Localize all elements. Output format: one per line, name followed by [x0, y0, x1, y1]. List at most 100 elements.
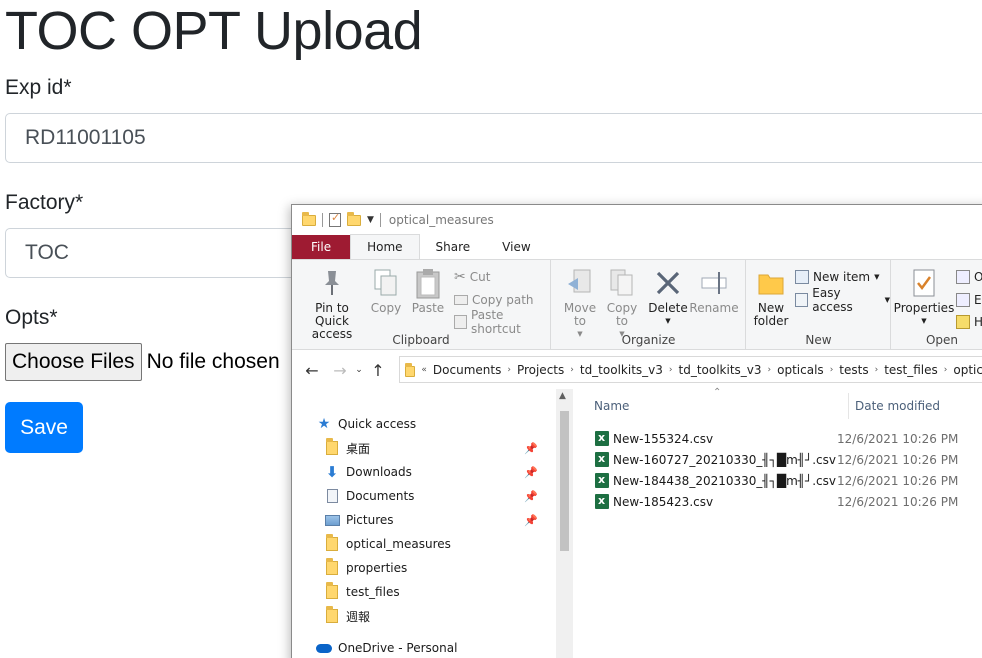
folder-icon	[324, 606, 340, 624]
customize-toolbar-icon[interactable]: ▼	[367, 215, 374, 225]
breadcrumb-item[interactable]: optic	[947, 363, 982, 377]
new-folder-button[interactable]: New folder	[753, 266, 789, 328]
copy-label: Copy	[370, 301, 402, 315]
nav-item-desktop[interactable]: 桌面 📌	[324, 437, 554, 459]
breadcrumb-item[interactable]: Projects	[511, 363, 570, 377]
tab-file[interactable]: File	[292, 235, 351, 259]
cut-label: Cut	[469, 270, 491, 284]
divider	[379, 213, 381, 227]
breadcrumb-item[interactable]: test_files	[878, 363, 944, 377]
breadcrumb[interactable]: « Documents › Projects › td_toolkits_v3 › t…	[399, 356, 982, 383]
nav-item-downloads[interactable]: ⬇ Downloads 📌	[324, 461, 554, 483]
ribbon: Pin to Quick access Copy Paste ✂ Cut Cop…	[292, 259, 982, 350]
history-icon	[956, 315, 970, 329]
tab-share[interactable]: Share	[420, 235, 487, 259]
folder-icon	[324, 582, 340, 600]
nav-item-onedrive[interactable]: OneDrive - Personal	[316, 637, 457, 658]
history-button[interactable]: H	[956, 313, 982, 331]
sort-ascending-icon: ⌃	[713, 387, 722, 398]
file-date: 12/6/2021 10:26 PM	[837, 494, 959, 509]
breadcrumb-item[interactable]: opticals	[771, 363, 830, 377]
paste-shortcut-button[interactable]: Paste shortcut	[454, 308, 550, 336]
nav-scrollbar[interactable]: ▲	[556, 389, 573, 658]
file-row[interactable]: New-160727_20210330_╢┐█m╢┘.csv 12/6/2021…	[595, 449, 982, 470]
up-arrow-icon[interactable]: ↑	[366, 361, 390, 380]
rename-icon	[699, 266, 729, 300]
nav-item-properties[interactable]: properties	[324, 557, 407, 579]
paste-shortcut-icon	[454, 315, 468, 329]
edit-label: E	[974, 293, 982, 307]
move-to-icon	[565, 266, 595, 300]
edit-button[interactable]: E	[956, 291, 982, 309]
open-group: Properties ▼ O E H Open	[892, 260, 982, 350]
excel-file-icon	[595, 494, 609, 509]
forward-arrow-icon[interactable]: →	[328, 361, 352, 380]
properties-icon[interactable]	[329, 211, 341, 227]
copy-to-label: Copy to	[606, 301, 638, 328]
choose-files-button[interactable]: Choose Files	[5, 343, 142, 381]
paste-shortcut-label: Paste shortcut	[471, 308, 521, 336]
scissors-icon: ✂	[454, 269, 466, 285]
file-date: 12/6/2021 10:26 PM	[837, 452, 959, 467]
delete-button[interactable]: Delete ▼	[648, 266, 688, 328]
move-to-button[interactable]: Move to ▼	[562, 266, 598, 341]
file-list-pane: ⌃ Name Date modified New-155324.csv 12/6…	[577, 387, 982, 658]
clipboard-group: Pin to Quick access Copy Paste ✂ Cut Cop…	[292, 260, 551, 350]
chevron-down-icon: ▼	[665, 317, 671, 325]
folder-icon	[405, 362, 416, 377]
breadcrumb-item[interactable]: Documents	[427, 363, 507, 377]
nav-item-pictures[interactable]: Pictures 📌	[324, 509, 554, 531]
breadcrumb-item[interactable]: tests	[833, 363, 874, 377]
column-divider[interactable]	[848, 393, 849, 419]
rename-button[interactable]: Rename	[689, 266, 739, 315]
open-label: O	[974, 270, 982, 284]
nav-item-optical-measures[interactable]: optical_measures	[324, 533, 451, 555]
nav-item-documents[interactable]: Documents 📌	[324, 485, 554, 507]
pinned-icon: 📌	[524, 489, 538, 503]
tab-view[interactable]: View	[486, 235, 546, 259]
properties-button[interactable]: Properties ▼	[894, 266, 954, 328]
paste-button[interactable]: Paste	[410, 266, 446, 315]
nav-item-label: Downloads	[346, 465, 412, 479]
file-row[interactable]: New-185423.csv 12/6/2021 10:26 PM	[595, 491, 982, 512]
copy-path-button[interactable]: Copy path	[454, 291, 534, 309]
breadcrumb-item[interactable]: td_toolkits_v3	[574, 363, 669, 377]
column-header-name[interactable]: Name	[594, 399, 629, 413]
nav-item-label: test_files	[346, 585, 400, 599]
new-group-label: New	[805, 333, 832, 347]
file-row[interactable]: New-155324.csv 12/6/2021 10:26 PM	[595, 428, 982, 449]
copy-button[interactable]: Copy	[370, 266, 402, 315]
back-arrow-icon[interactable]: ←	[300, 361, 324, 380]
exp-id-input[interactable]	[5, 113, 982, 163]
copy-path-icon	[454, 295, 468, 305]
new-item-button[interactable]: New item ▼	[795, 268, 880, 286]
nav-item-weekly-report[interactable]: 週報	[324, 605, 370, 627]
scroll-up-icon[interactable]: ▲	[559, 391, 566, 401]
pinned-icon: 📌	[524, 513, 538, 527]
pictures-icon	[324, 512, 340, 528]
pin-quick-access-button[interactable]: Pin to Quick access	[298, 266, 366, 341]
folder-icon	[324, 534, 340, 552]
quick-access-toolbar: ▼	[302, 211, 381, 227]
scrollbar-thumb[interactable]	[560, 411, 569, 551]
recent-locations-icon[interactable]: ⌄	[352, 365, 366, 375]
new-folder-icon[interactable]	[347, 211, 361, 226]
address-bar: ← → ⌄ ↑ « Documents › Projects › td_toolki…	[292, 351, 982, 389]
breadcrumb-item[interactable]: td_toolkits_v3	[673, 363, 768, 377]
tab-home[interactable]: Home	[350, 234, 420, 259]
excel-file-icon	[595, 473, 609, 488]
open-button[interactable]: O	[956, 268, 982, 286]
file-row[interactable]: New-184438_20210330_╢┐█m╢┘.csv 12/6/2021…	[595, 470, 982, 491]
cut-button[interactable]: ✂ Cut	[454, 268, 490, 286]
copy-to-button[interactable]: Copy to ▼	[606, 266, 638, 341]
save-button[interactable]: Save	[5, 402, 83, 453]
file-explorer-window: ▼ optical_measures File Home Share View …	[291, 204, 982, 658]
nav-item-label: 桌面	[346, 441, 371, 456]
file-picker: Choose Files No file chosen	[5, 343, 280, 381]
copy-to-icon	[607, 266, 637, 300]
column-header-date-modified[interactable]: Date modified	[855, 399, 940, 413]
easy-access-button[interactable]: Easy access ▼	[795, 286, 890, 314]
nav-item-test-files[interactable]: test_files	[324, 581, 400, 603]
file-date: 12/6/2021 10:26 PM	[837, 431, 959, 446]
nav-item-quick-access[interactable]: ★ Quick access	[316, 413, 416, 435]
